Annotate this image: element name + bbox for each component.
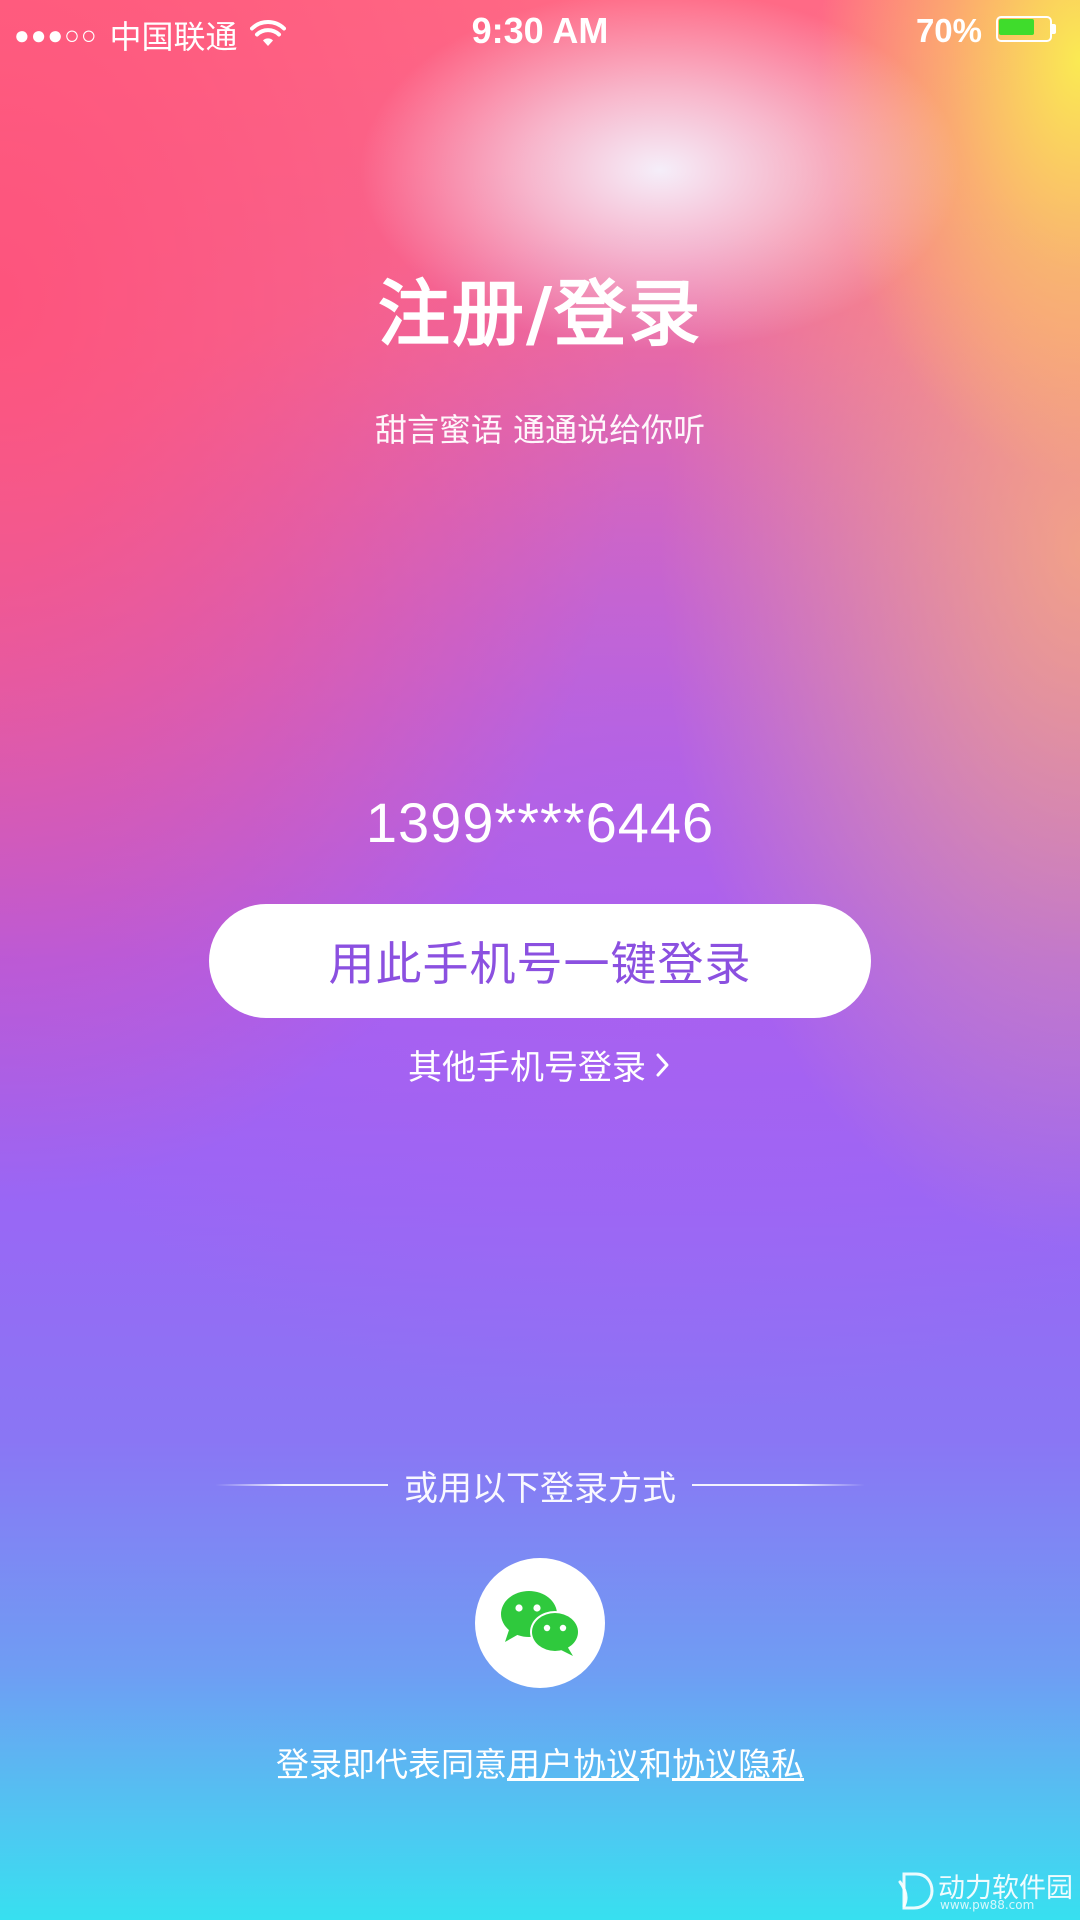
- divider-line-right: [692, 1484, 865, 1486]
- alt-login-divider: 或用以下登录方式: [215, 1460, 865, 1510]
- page-title: 注册/登录: [377, 272, 703, 356]
- alt-login-divider-text: 或用以下登录方式: [404, 1468, 676, 1509]
- status-right: 70%: [916, 12, 1060, 50]
- site-watermark: 动力软件园 www.pw88.com: [890, 1864, 1076, 1916]
- user-agreement-link[interactable]: 用户协议: [507, 1745, 639, 1784]
- battery-icon: [996, 16, 1060, 46]
- one-click-login-button[interactable]: 用此手机号一键登录: [209, 904, 871, 1018]
- agreement-text: 登录即代表同意用户协议和协议隐私: [0, 1738, 1080, 1786]
- battery-percent: 70%: [915, 12, 982, 49]
- masked-phone-number: 1399****6446: [365, 791, 715, 854]
- divider-line-left: [215, 1484, 388, 1486]
- watermark-logo-icon: [898, 1872, 934, 1910]
- privacy-agreement-link[interactable]: 协议隐私: [672, 1745, 804, 1784]
- other-phone-login-label: 其他手机号登录: [408, 1048, 646, 1088]
- other-phone-login-link[interactable]: 其他手机号登录: [0, 1040, 1080, 1089]
- wechat-icon: [501, 1591, 580, 1656]
- watermark-url: www.pw88.com: [940, 1898, 1035, 1912]
- page-subtitle: 甜言蜜语 通通说给你听: [374, 411, 706, 449]
- status-bar: ●●●○○ 中国联通 9:30 AM 70%: [0, 0, 1080, 64]
- chevron-right-icon: [656, 1053, 669, 1076]
- wechat-login-button[interactable]: [475, 1558, 605, 1688]
- agreement-conjunction: 和: [639, 1745, 672, 1784]
- agreement-prefix: 登录即代表同意: [276, 1745, 507, 1784]
